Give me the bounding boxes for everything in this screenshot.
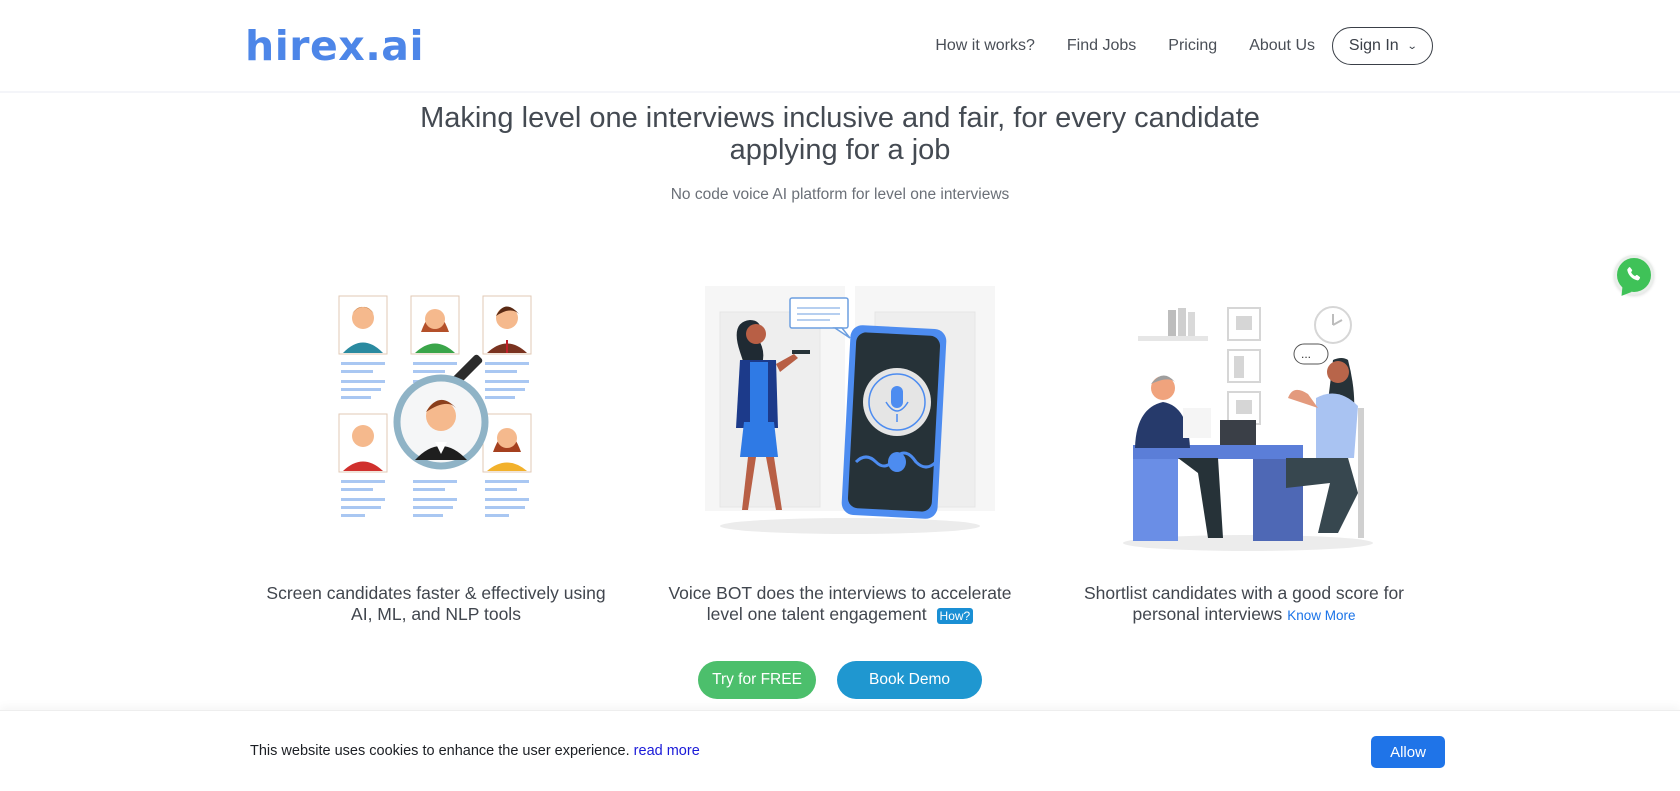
voice-bot-illustration [705, 286, 995, 534]
feature-caption-2: Voice BOT does the interviews to acceler… [640, 583, 1040, 627]
candidate-card [482, 295, 532, 355]
site-header: hirex.ai How it works? Find Jobs Pricing… [0, 0, 1680, 93]
sign-in-label: Sign In [1348, 37, 1399, 54]
feature-1-line-2: AI, ML, and NLP tools [351, 604, 521, 624]
candidate-card [410, 295, 460, 355]
how-link[interactable]: How? [936, 608, 974, 624]
cookie-text: This website uses cookies to enhance the… [250, 743, 630, 759]
nav-pricing[interactable]: Pricing [1168, 37, 1217, 55]
hero-title-line-2: applying for a job [729, 134, 951, 166]
whatsapp-icon [1627, 267, 1641, 281]
feature-3-line-1: Shortlist candidates with a good score f… [1083, 583, 1405, 603]
cookie-banner: This website uses cookies to enhance the… [0, 710, 1680, 791]
know-more-link[interactable]: Know More [1287, 608, 1355, 623]
try-for-free-button[interactable]: Try for FREE [698, 661, 816, 699]
book-demo-button[interactable]: Book Demo [837, 661, 982, 699]
feature-3-line-2: personal interviews [1132, 604, 1283, 624]
whatsapp-button[interactable] [1614, 255, 1654, 295]
nav-how-it-works[interactable]: How it works? [935, 37, 1035, 55]
svg-text:...: ... [1301, 347, 1311, 361]
interview-illustration: ... [1123, 306, 1373, 551]
cookie-message: This website uses cookies to enhance the… [250, 743, 700, 759]
hero-subtitle: No code voice AI platform for level one … [670, 186, 1010, 203]
candidate-card [482, 413, 532, 473]
hero-title: Making level one interviews inclusive an… [0, 102, 1680, 166]
main-nav: How it works? Find Jobs Pricing About Us… [935, 27, 1433, 65]
feature-1-line-1: Screen candidates faster & effectively u… [266, 583, 606, 603]
sign-in-dropdown[interactable]: Sign In ⌄ [1332, 27, 1433, 65]
allow-cookies-button[interactable]: Allow [1371, 736, 1445, 768]
logo[interactable]: hirex.ai [245, 22, 424, 70]
nav-find-jobs[interactable]: Find Jobs [1067, 37, 1136, 55]
phone [841, 325, 947, 519]
feature-caption-3: Shortlist candidates with a good score f… [1044, 583, 1444, 626]
candidate-card [338, 295, 388, 355]
read-more-link[interactable]: read more [634, 743, 700, 759]
chevron-down-icon: ⌄ [1406, 40, 1418, 52]
hero-title-line-1: Making level one interviews inclusive an… [420, 102, 1260, 134]
feature-2-line-2: level one talent engagement [706, 604, 927, 624]
candidate-card [338, 413, 388, 473]
feature-caption-1: Screen candidates faster & effectively u… [236, 583, 636, 625]
feature-2-line-1: Voice BOT does the interviews to acceler… [668, 583, 1012, 603]
nav-about-us[interactable]: About Us [1249, 37, 1315, 55]
candidate-search-illustration [338, 295, 532, 517]
